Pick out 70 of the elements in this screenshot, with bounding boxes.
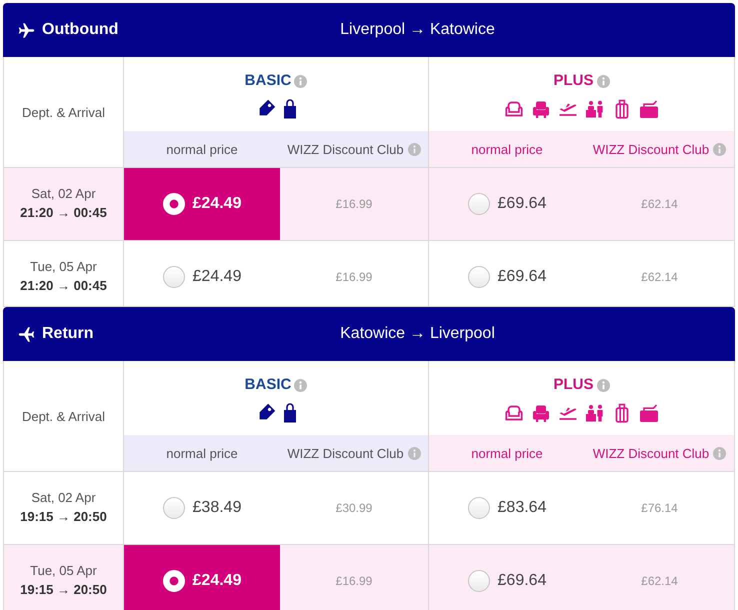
people-icon [585,403,605,423]
column-heading: normal price [166,446,238,460]
club-price: £16.99 [336,269,372,286]
column-heading: WIZZ Discount Club [287,142,404,156]
section-title: Return [42,325,94,343]
club-price: £16.99 [336,196,372,213]
shopping-bag-icon [282,99,296,119]
column-heading: normal price [471,142,543,156]
flight-date: Sat, 02 Apr [31,185,96,203]
flight-times: 21:20 → 00:45 [20,204,107,222]
club-price: £76.14 [641,500,678,517]
info-icon[interactable] [596,74,610,88]
column-heading: WIZZ Discount Club [592,142,710,156]
fare-name: BASIC [244,72,292,90]
column-heading: WIZZ Discount Club [592,446,710,460]
radio-icon [468,497,490,519]
shopping-bag-icon [282,403,296,423]
fare-name: PLUS [553,72,594,90]
fare-option[interactable]: £38.49 [124,472,280,544]
column-heading: Dept. & Arrival [22,104,106,120]
armchair-icon [531,99,551,119]
column-heading: Dept. & Arrival [22,408,106,424]
bag-icon [639,99,659,119]
fare-option[interactable]: £69.64 [429,168,585,240]
radio-icon [162,193,185,215]
fare-name: PLUS [553,376,594,394]
club-price: £62.14 [641,573,678,590]
seat-icon [504,403,524,423]
people-icon [585,99,605,119]
fare-name: BASIC [244,376,292,394]
flight-times: 19:15 → 20:50 [20,581,107,599]
club-price: £62.14 [641,196,678,213]
route-text: Katowice → Liverpool [340,325,495,343]
info-icon[interactable] [408,142,421,156]
fare-option[interactable]: £83.64 [429,472,585,544]
flight-times: 19:15 → 20:50 [20,508,107,526]
flight-date: Tue, 05 Apr [30,258,97,276]
club-price: £16.99 [336,573,372,590]
radio-icon [468,266,490,288]
column-heading: WIZZ Discount Club [287,446,404,460]
fare-option[interactable]: £24.49 [124,545,280,610]
radio-icon [162,570,185,592]
flight-times: 21:20 → 00:45 [20,277,107,295]
route-text: Liverpool → Katowice [340,21,495,39]
club-price: £62.14 [641,269,678,286]
fare-option[interactable]: £69.64 [429,241,585,306]
radio-icon [468,570,490,592]
radio-icon [468,193,490,215]
radio-icon [162,266,185,288]
flight-date: Tue, 05 Apr [30,562,97,580]
column-heading: normal price [471,446,543,460]
bag-icon [639,403,659,423]
plane-icon [18,326,35,342]
info-icon[interactable] [294,74,308,88]
info-icon[interactable] [713,446,726,460]
flight-date: Sat, 02 Apr [31,489,96,507]
info-icon[interactable] [294,378,308,392]
fare-option[interactable]: £24.49 [124,168,280,240]
armchair-icon [531,403,551,423]
column-heading: normal price [166,142,238,156]
fare-option[interactable]: £24.49 [124,241,280,306]
seat-icon [504,99,524,119]
club-price: £30.99 [336,500,372,517]
section-title: Outbound [42,21,118,39]
info-icon[interactable] [596,378,610,392]
info-icon[interactable] [713,142,726,156]
radio-icon [162,497,185,519]
plane-icon [18,22,35,38]
fare-option[interactable]: £69.64 [429,545,585,610]
info-icon[interactable] [408,446,421,460]
